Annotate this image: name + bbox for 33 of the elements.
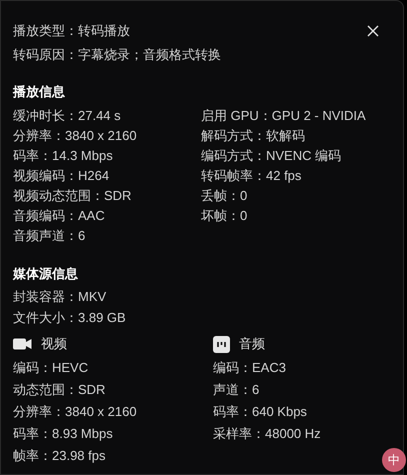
info-text: 动态范围：SDR	[13, 381, 106, 399]
video-camera-icon	[13, 338, 32, 350]
info-text: 帧率：23.98 fps	[13, 447, 106, 465]
info-text: 缓冲时长：27.44 s	[13, 107, 122, 125]
info-text: 坏帧：0	[201, 207, 248, 225]
info-text: 编码：HEVC	[13, 359, 90, 377]
info-text: 音频编码：AAC	[13, 207, 106, 225]
close-icon	[367, 25, 379, 37]
info-text: 文件大小：3.89 GB	[13, 309, 127, 327]
info-text: 采样率：48000 Hz	[213, 425, 321, 443]
info-text: 分辨率：3840 x 2160	[13, 403, 138, 421]
info-text: 声道：6	[213, 381, 260, 399]
section-title: 媒体源信息	[13, 265, 79, 283]
info-text: 码率：640 Kbps	[213, 403, 308, 421]
info-text: 转码帧率：42 fps	[201, 167, 302, 185]
info-text: 封装容器：MKV	[13, 288, 108, 306]
info-text: 码率：8.93 Mbps	[13, 425, 114, 443]
section-title: 播放信息	[13, 83, 66, 101]
info-text: 丢帧：0	[201, 187, 248, 205]
audio-heading: 音频	[239, 335, 265, 353]
info-text: 视频编码：H264	[13, 167, 110, 185]
info-text: 音频声道：6	[13, 227, 86, 245]
info-text: 分辨率：3840 x 2160	[13, 127, 138, 145]
summary-text: 转码原因：字幕烧录；音频格式转换	[13, 46, 221, 64]
info-text: 码率：14.3 Mbps	[13, 147, 114, 165]
info-text: 解码方式：软解码	[201, 127, 306, 145]
audio-icon	[213, 336, 230, 352]
info-text: 编码：EAC3	[213, 359, 287, 377]
info-text: 编码方式：NVENC 编码	[201, 147, 342, 165]
info-text: 视频动态范围：SDR	[13, 187, 132, 205]
video-heading: 视频	[41, 335, 67, 353]
summary-text: 播放类型：转码播放	[13, 22, 130, 40]
info-text: 启用 GPU：GPU 2 - NVIDIA	[201, 107, 366, 125]
